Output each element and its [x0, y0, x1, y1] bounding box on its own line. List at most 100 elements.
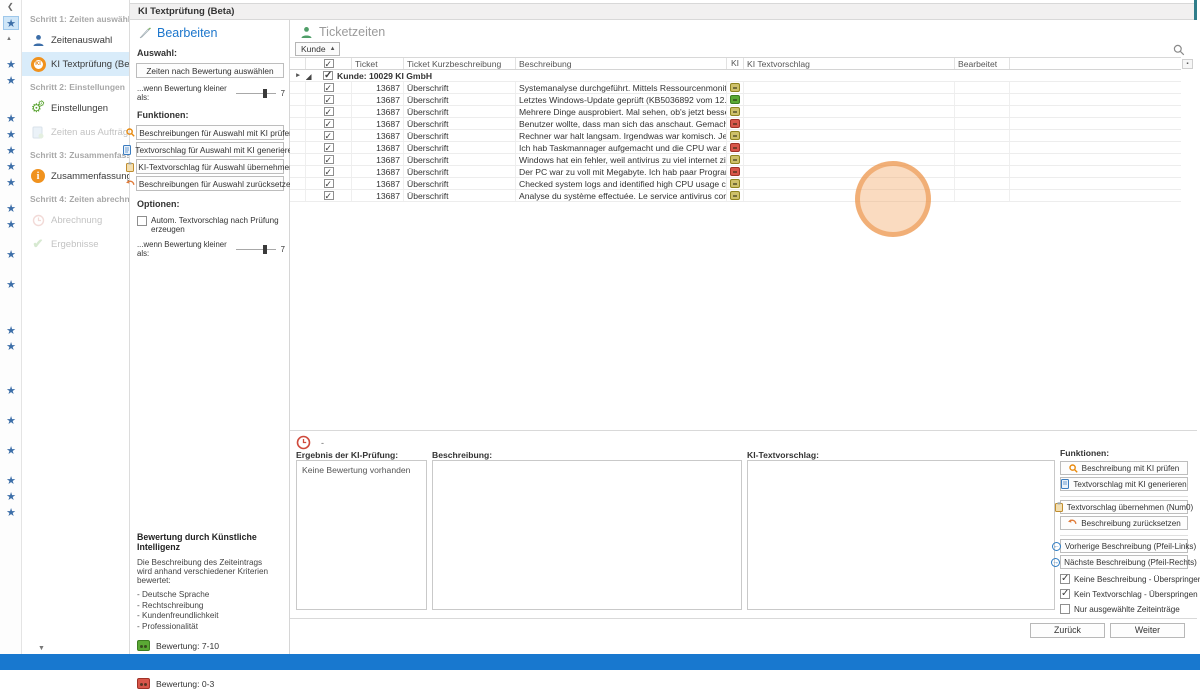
button-label: Beschreibungen für Auswahl zurücksetzen [139, 179, 295, 189]
button-label: Beschreibungen für Auswahl mit KI prüfen [139, 128, 294, 138]
column-header-beschreibung[interactable]: Beschreibung [516, 58, 727, 69]
favorite-star-icon[interactable] [3, 58, 19, 72]
favorite-star-icon[interactable] [3, 278, 19, 292]
favorite-star-icon[interactable] [3, 218, 19, 232]
checkbox-label: Keine Beschreibung - Überspringen [1074, 575, 1200, 584]
favorite-star-icon[interactable] [3, 474, 19, 488]
scroll-up-icon[interactable]: ▲ [6, 36, 12, 42]
row-checkbox[interactable] [324, 119, 334, 128]
group-expand-icon[interactable]: ◢ [306, 70, 320, 81]
sidebar-item-zusammenfassung[interactable]: i Zusammenfassung [22, 164, 129, 188]
ki-rating-icon [730, 179, 740, 188]
favorite-star-icon[interactable] [3, 340, 19, 354]
favorite-star-icon[interactable] [3, 74, 19, 88]
group-checkbox[interactable] [323, 71, 333, 80]
table-row[interactable]: 13687 Überschrift Rechner war halt langs… [290, 130, 1181, 142]
favorite-star-icon[interactable] [3, 490, 19, 504]
row-checkbox[interactable] [324, 143, 334, 152]
check-descriptions-button[interactable]: Beschreibungen für Auswahl mit KI prüfen [136, 125, 284, 140]
group-by-chip[interactable]: Kunde ▲ [295, 42, 340, 56]
skip-no-suggestion-checkbox[interactable] [1060, 589, 1070, 599]
sidebar-item-zeitenauswahl[interactable]: Zeitenauswahl [22, 28, 129, 52]
row-checkbox[interactable] [324, 179, 334, 188]
skip-no-description-checkbox[interactable] [1060, 574, 1070, 584]
reset-description-button[interactable]: Beschreibung zurücksetzen [1060, 516, 1188, 530]
row-checkbox[interactable] [324, 155, 334, 164]
select-by-rating-button[interactable]: Zeiten nach Bewertung auswählen [136, 63, 284, 78]
favorite-star-icon[interactable] [3, 202, 19, 216]
table-row[interactable]: 13687 Überschrift Mehrere Dinge ausprobi… [290, 106, 1181, 118]
sidebar-item-label: Ergebnisse [51, 239, 99, 250]
column-options-icon[interactable]: ▪ [1182, 59, 1193, 69]
table-row[interactable]: 13687 Überschrift Analyse du système eff… [290, 190, 1181, 202]
table-row[interactable]: 13687 Überschrift Benutzer wollte, dass … [290, 118, 1181, 130]
robot-green-icon [137, 640, 150, 651]
edited-cell [955, 106, 1010, 117]
group-row[interactable]: ▸ ◢ Kunde: 10029 KI GmbH [290, 70, 1181, 82]
button-label: Nächste Beschreibung (Pfeil-Rechts) [1064, 558, 1197, 567]
favorite-star-icon[interactable] [3, 506, 19, 520]
favorite-star-icon[interactable] [3, 324, 19, 338]
auto-rating-slider[interactable] [236, 249, 276, 250]
next-description-button[interactable]: → Nächste Beschreibung (Pfeil-Rechts) [1060, 555, 1188, 569]
favorite-star-icon[interactable] [3, 112, 19, 126]
row-checkbox[interactable] [324, 131, 334, 140]
favorite-star-icon[interactable] [3, 160, 19, 174]
table-row[interactable]: 13687 Überschrift Letztes Windows-Update… [290, 94, 1181, 106]
description-cell: Mehrere Dinge ausprobiert. Mal sehen, ob… [516, 106, 727, 117]
column-header-kurzbeschreibung[interactable]: Ticket Kurzbeschreibung [404, 58, 516, 69]
collapse-chevron-icon[interactable]: ❮ [7, 2, 14, 11]
reset-descriptions-button[interactable]: Beschreibungen für Auswahl zurücksetzen [136, 176, 284, 191]
table-row[interactable]: 13687 Überschrift Der PC war zu voll mit… [290, 166, 1181, 178]
apply-suggestion-button[interactable]: Textvorschlag übernehmen (Num0) [1060, 500, 1188, 514]
table-row[interactable]: 13687 Überschrift Ich hab Taskmannager a… [290, 142, 1181, 154]
row-checkbox[interactable] [324, 191, 334, 200]
person-icon [30, 32, 46, 48]
favorite-star-icon[interactable] [3, 384, 19, 398]
favorite-star-icon[interactable] [3, 16, 19, 30]
favorite-star-icon[interactable] [3, 248, 19, 262]
document-blue-icon [123, 145, 131, 155]
favorite-star-icon[interactable] [3, 144, 19, 158]
ticket-cell: 13687 [352, 82, 404, 93]
table-row[interactable]: 13687 Überschrift Systemanalyse durchgef… [290, 82, 1181, 94]
table-row[interactable]: 13687 Überschrift Windows hat ein fehler… [290, 154, 1181, 166]
favorite-star-icon[interactable] [3, 414, 19, 428]
check-description-button[interactable]: Beschreibung mit KI prüfen [1060, 461, 1188, 475]
table-row[interactable]: 13687 Überschrift Checked system logs an… [290, 178, 1181, 190]
row-checkbox[interactable] [324, 95, 334, 104]
sidebar-item-ki-textpruefung[interactable]: KI KI Textprüfung (Beta) [22, 52, 129, 76]
next-button[interactable]: Weiter [1110, 623, 1185, 638]
suggestion-label: KI-Textvorschlag: [747, 450, 819, 460]
rating-slider[interactable] [236, 93, 276, 94]
favorite-star-icon[interactable] [3, 128, 19, 142]
column-header-bearbeitet[interactable]: Bearbeitet [955, 58, 1010, 69]
column-header-textvorschlag[interactable]: KI Textvorschlag [744, 58, 955, 69]
info-icon: i [30, 168, 46, 184]
sidebar-item-einstellungen[interactable]: ⚙⚙ Einstellungen [22, 96, 129, 120]
previous-description-button[interactable]: ← Vorherige Beschreibung (Pfeil-Links) [1060, 539, 1188, 553]
row-checkbox[interactable] [324, 107, 334, 116]
back-button[interactable]: Zurück [1030, 623, 1105, 638]
ticket-times-table: Ticket Ticket Kurzbeschreibung Beschreib… [290, 57, 1181, 202]
functions-label: Funktionen: [1060, 448, 1188, 458]
suggestion-cell [744, 130, 955, 141]
apply-suggestions-button[interactable]: KI-Textvorschlag für Auswahl übernehmen [136, 159, 284, 174]
column-header-ticket[interactable]: Ticket [352, 58, 404, 69]
favorite-star-icon[interactable] [3, 444, 19, 458]
generate-suggestions-button[interactable]: Textvorschlag für Auswahl mit KI generie… [136, 142, 284, 157]
auto-suggestion-checkbox[interactable] [137, 216, 147, 226]
suggestion-textarea[interactable] [747, 460, 1055, 610]
sidebar-item-label: KI Textprüfung (Beta) [51, 59, 129, 70]
scroll-down-icon[interactable]: ▼ [38, 645, 45, 652]
row-checkbox[interactable] [324, 167, 334, 176]
search-icon[interactable] [1173, 44, 1185, 56]
step1-header: Schritt 1: Zeiten auswählen [22, 8, 129, 28]
select-all-checkbox[interactable] [324, 59, 334, 68]
only-selected-entries-checkbox[interactable] [1060, 604, 1070, 614]
row-checkbox[interactable] [324, 83, 334, 92]
description-textarea[interactable] [432, 460, 742, 610]
favorite-star-icon[interactable] [3, 176, 19, 190]
generate-suggestion-button[interactable]: Textvorschlag mit KI generieren [1060, 477, 1188, 491]
column-header-ki[interactable]: KI [727, 58, 744, 69]
